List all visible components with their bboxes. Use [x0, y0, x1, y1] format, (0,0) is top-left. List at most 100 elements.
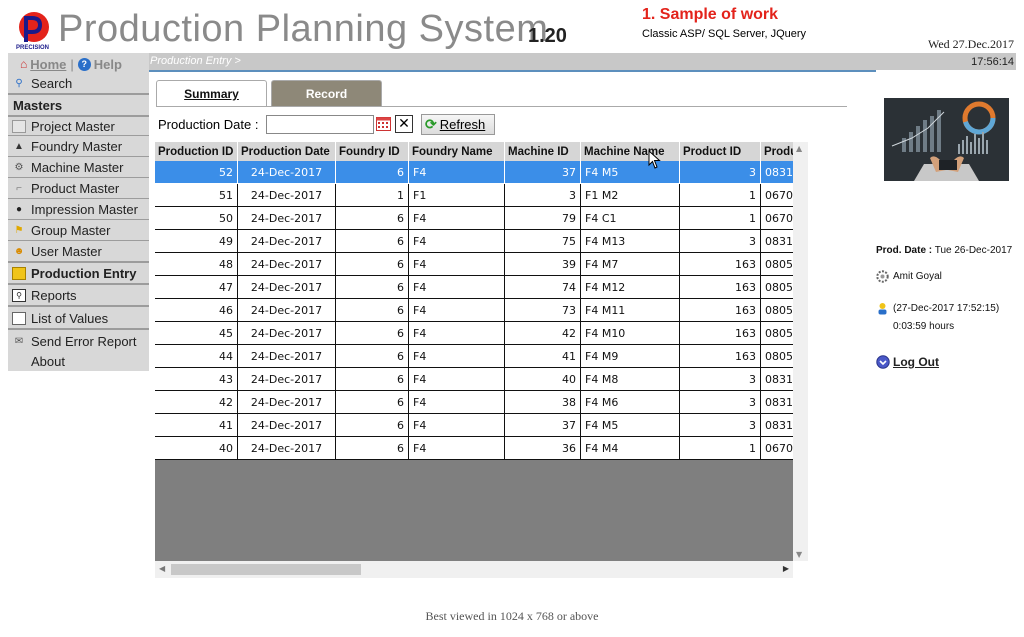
table-cell: 42: [505, 322, 581, 345]
promo-image: [884, 98, 1009, 181]
scroll-down-icon[interactable]: ▼: [796, 550, 802, 559]
sidebar-item-product-master[interactable]: ⌐ Product Master: [8, 178, 149, 198]
table-cell: 163: [680, 299, 761, 322]
sidebar-item-impression-master[interactable]: ● Impression Master: [8, 199, 149, 219]
table-row[interactable]: 46 24-Dec-2017 6 F4 73 F4 M11 163 0805: [155, 299, 793, 322]
sidebar-item-label: List of Values: [31, 310, 109, 326]
table-cell: 37: [505, 161, 581, 184]
table-cell: 24-Dec-2017: [238, 414, 336, 437]
column-header[interactable]: Foundry Name: [409, 142, 505, 161]
help-link[interactable]: Help: [94, 57, 122, 72]
scroll-right-icon[interactable]: ▶: [783, 564, 789, 573]
table-cell: 24-Dec-2017: [238, 368, 336, 391]
table-row[interactable]: 43 24-Dec-2017 6 F4 40 F4 M8 3 0831: [155, 368, 793, 391]
table-row[interactable]: 52 24-Dec-2017 6 F4 37 F4 M5 3 0831: [155, 161, 793, 184]
top-nav: ⌂ Home | ? Help: [20, 56, 122, 72]
table-cell: 24-Dec-2017: [238, 207, 336, 230]
clear-date-button[interactable]: ✕: [395, 115, 413, 133]
table-row[interactable]: 45 24-Dec-2017 6 F4 42 F4 M10 163 0805: [155, 322, 793, 345]
sidebar-item-send-error-report[interactable]: ✉ Send Error Report: [8, 331, 149, 351]
user-icon: [878, 303, 887, 315]
column-header[interactable]: Product ID: [680, 142, 761, 161]
table-cell: 24-Dec-2017: [238, 345, 336, 368]
scroll-left-icon[interactable]: ◀: [159, 564, 165, 573]
column-header[interactable]: Machine Name: [581, 142, 680, 161]
refresh-icon: ⟳: [425, 116, 437, 132]
table-cell: 163: [680, 322, 761, 345]
column-header[interactable]: Produ: [761, 142, 793, 161]
table-row[interactable]: 47 24-Dec-2017 6 F4 74 F4 M12 163 0805: [155, 276, 793, 299]
table-row[interactable]: 41 24-Dec-2017 6 F4 37 F4 M5 3 0831: [155, 414, 793, 437]
table-row[interactable]: 44 24-Dec-2017 6 F4 41 F4 M9 163 0805: [155, 345, 793, 368]
sidebar-item-label: Foundry Master: [31, 138, 123, 154]
table-cell: F4: [409, 322, 505, 345]
table-row[interactable]: 49 24-Dec-2017 6 F4 75 F4 M13 3 0831: [155, 230, 793, 253]
table-cell: F4: [409, 161, 505, 184]
table-cell: F4 M11: [581, 299, 680, 322]
table-cell: 24-Dec-2017: [238, 299, 336, 322]
scroll-thumb[interactable]: [171, 564, 361, 575]
list-icon: [12, 311, 26, 325]
column-header[interactable]: Production ID: [155, 142, 238, 161]
prod-date-label: Prod. Date :: [876, 245, 933, 256]
sidebar-item-label: Impression Master: [31, 201, 138, 217]
table-cell: F4: [409, 368, 505, 391]
table-cell: F4 M12: [581, 276, 680, 299]
current-date: Wed 27.Dec.2017: [927, 37, 1014, 51]
sidebar-item-label: Product Master: [31, 180, 120, 196]
column-header[interactable]: Machine ID: [505, 142, 581, 161]
foundry-icon: ▲: [14, 140, 24, 152]
table-cell: 6: [336, 253, 409, 276]
sidebar-item-about[interactable]: About: [8, 351, 149, 371]
sidebar-item-production-entry[interactable]: Production Entry: [8, 263, 149, 283]
table-cell: F4 M8: [581, 368, 680, 391]
breadcrumb[interactable]: Production Entry >: [150, 55, 241, 67]
table-cell: 0831: [761, 391, 793, 414]
logout-link[interactable]: Log Out: [893, 355, 939, 369]
table-row[interactable]: 42 24-Dec-2017 6 F4 38 F4 M6 3 0831: [155, 391, 793, 414]
sidebar-item-foundry-master[interactable]: ▲ Foundry Master: [8, 136, 149, 156]
table-cell: 0805: [761, 299, 793, 322]
table-cell: 36: [505, 437, 581, 460]
table-cell: 0831: [761, 368, 793, 391]
production-date-input[interactable]: [266, 115, 374, 134]
close-icon: ✕: [398, 116, 410, 132]
table-row[interactable]: 50 24-Dec-2017 6 F4 79 F4 C1 1 0670: [155, 207, 793, 230]
table-cell: 38: [505, 391, 581, 414]
sidebar-item-user-master[interactable]: ☻ User Master: [8, 241, 149, 261]
tab-summary[interactable]: Summary: [156, 80, 267, 107]
logout-icon[interactable]: [876, 355, 890, 369]
sidebar-item-search[interactable]: ⚲ Search: [8, 73, 149, 93]
table-row[interactable]: 51 24-Dec-2017 1 F1 3 F1 M2 1 0670: [155, 184, 793, 207]
divider: [8, 305, 149, 307]
horizontal-scrollbar[interactable]: ◀ ▶: [155, 561, 793, 578]
production-grid[interactable]: Production ID Production Date Foundry ID Fo…: [155, 142, 793, 561]
table-cell: 24-Dec-2017: [238, 161, 336, 184]
home-link[interactable]: Home: [30, 57, 66, 72]
sidebar-item-machine-master[interactable]: ⚙ Machine Master: [8, 157, 149, 177]
sidebar-item-label: About: [31, 353, 65, 369]
breadcrumb-bar: [149, 53, 876, 70]
calendar-icon[interactable]: [376, 116, 391, 131]
sidebar-item-label: Reports: [31, 287, 77, 303]
table-cell: 3: [505, 184, 581, 207]
tab-summary-label: Summary: [184, 87, 239, 101]
refresh-button[interactable]: ⟳ Refresh: [421, 114, 495, 135]
sidebar-item-label: User Master: [31, 243, 102, 259]
tab-record[interactable]: Record: [271, 80, 382, 106]
table-cell: 6: [336, 207, 409, 230]
column-header[interactable]: Foundry ID: [336, 142, 409, 161]
table-cell: 50: [155, 207, 238, 230]
login-time: (27-Dec-2017 17:52:15): [893, 303, 1000, 314]
table-row[interactable]: 48 24-Dec-2017 6 F4 39 F4 M7 163 0805: [155, 253, 793, 276]
scroll-up-icon[interactable]: ▲: [796, 144, 802, 153]
sidebar-item-reports[interactable]: ⚲ Reports: [8, 285, 149, 305]
sidebar-item-project-master[interactable]: Project Master: [8, 116, 149, 136]
vertical-scrollbar[interactable]: ▲ ▼: [793, 142, 808, 561]
table-cell: F4 M4: [581, 437, 680, 460]
sidebar-item-list-of-values[interactable]: List of Values: [8, 308, 149, 328]
table-cell: 1: [680, 207, 761, 230]
column-header[interactable]: Production Date: [238, 142, 336, 161]
sidebar-item-group-master[interactable]: ⚑ Group Master: [8, 220, 149, 240]
table-row[interactable]: 40 24-Dec-2017 6 F4 36 F4 M4 1 0670: [155, 437, 793, 460]
